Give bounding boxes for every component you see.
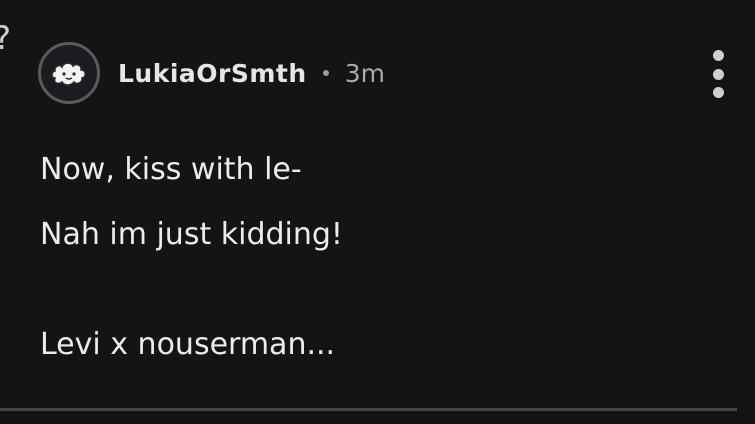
post-time: 3m [344, 58, 385, 88]
post-body: Now, kiss with le- Nah im just kidding! … [40, 152, 700, 362]
post-line: Levi x nouserman... [40, 327, 336, 362]
more-vertical-icon [712, 50, 724, 61]
divider [0, 408, 737, 411]
fluffy-cloud-avatar-icon [51, 62, 87, 86]
post-line: Nah im just kidding! [40, 217, 343, 252]
post-card: ? LukiaOrSmth 3m Now, kiss with le- Nah … [0, 0, 755, 424]
author-name[interactable]: LukiaOrSmth [118, 61, 307, 86]
question-mark-icon: ? [0, 22, 14, 92]
more-vertical-icon-dot [712, 68, 724, 80]
avatar[interactable] [38, 42, 100, 104]
more-options-button[interactable] [707, 50, 729, 98]
post-header: LukiaOrSmth 3m [38, 39, 385, 107]
separator-dot [322, 70, 329, 76]
more-vertical-icon-dot [712, 87, 724, 98]
post-line: Now, kiss with le- [40, 152, 302, 187]
